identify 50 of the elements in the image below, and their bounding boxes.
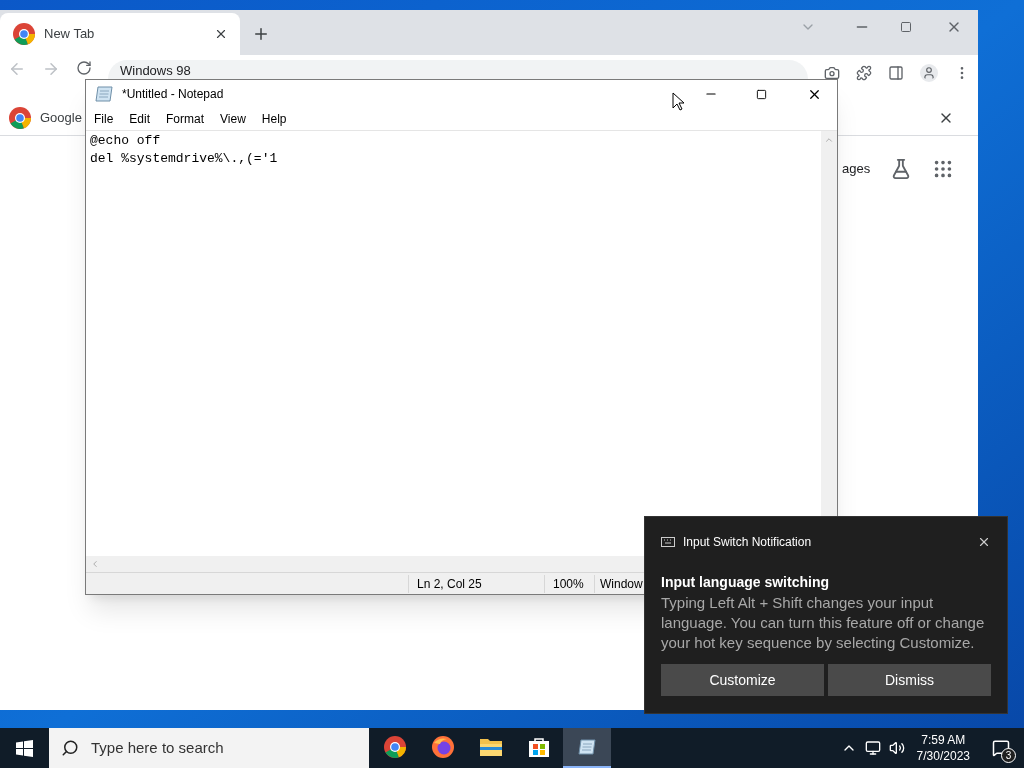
browser-tab[interactable]: New Tab bbox=[0, 13, 240, 55]
mouse-pointer-icon bbox=[672, 92, 684, 111]
maximize-icon[interactable] bbox=[756, 88, 767, 100]
network-icon[interactable] bbox=[864, 740, 881, 756]
chrome-icon bbox=[12, 22, 36, 46]
bookmark-link[interactable]: Google bbox=[40, 107, 82, 128]
notifications-icon bbox=[992, 739, 1010, 757]
extensions-icon[interactable] bbox=[856, 65, 872, 81]
folder-icon bbox=[479, 736, 503, 758]
side-panel-icon[interactable] bbox=[888, 65, 904, 81]
clock-time[interactable]: 7:59 AM bbox=[921, 732, 966, 748]
notification-body: Typing Left Alt + Shift changes your input language. You can turn this feature off or change your hot key sequence by selecting Customize. bbox=[661, 593, 986, 653]
camera-icon[interactable] bbox=[824, 65, 840, 81]
search-icon bbox=[61, 739, 79, 757]
menu-item[interactable]: View bbox=[220, 110, 246, 128]
address-bar[interactable]: Windows 98 bbox=[108, 60, 808, 79]
firefox-icon bbox=[431, 735, 455, 759]
window-title: *Untitled - Notepad bbox=[122, 86, 224, 103]
chrome-icon bbox=[383, 735, 407, 759]
text-line[interactable]: del %systemdrive%\.,(='1 bbox=[90, 150, 278, 168]
reload-icon[interactable] bbox=[76, 60, 92, 76]
chrome-icon bbox=[8, 105, 32, 130]
text-line[interactable]: @echo off bbox=[90, 132, 161, 150]
close-icon[interactable] bbox=[977, 535, 991, 549]
notification-count-badge: 3 bbox=[1001, 748, 1016, 763]
action-center-button[interactable]: 3 bbox=[986, 733, 1016, 763]
notification-title: Input language switching bbox=[661, 573, 830, 592]
volume-icon[interactable] bbox=[888, 740, 905, 756]
line-ending: Window bbox=[594, 574, 643, 593]
keyboard-icon bbox=[661, 537, 675, 547]
close-tab-icon[interactable] bbox=[214, 27, 228, 41]
notepad-icon bbox=[94, 85, 114, 103]
profile-icon[interactable] bbox=[920, 64, 938, 82]
menu-item[interactable]: Help bbox=[261, 110, 287, 128]
menu-item[interactable]: Edit bbox=[129, 110, 151, 128]
menu-item[interactable]: File bbox=[94, 110, 114, 128]
images-link[interactable]: ages bbox=[842, 159, 871, 179]
notification-button[interactable]: Dismiss bbox=[828, 664, 991, 696]
new-tab-icon[interactable] bbox=[252, 25, 270, 43]
start-icon[interactable] bbox=[16, 739, 33, 757]
search-field[interactable]: Type here to search bbox=[49, 728, 369, 768]
notepad-icon bbox=[577, 738, 597, 756]
zoom-level: 100% bbox=[544, 574, 594, 593]
cursor-position: Ln 2, Col 25 bbox=[408, 574, 544, 593]
taskbar-app[interactable] bbox=[563, 728, 611, 768]
notification-button[interactable]: Customize bbox=[661, 664, 824, 696]
menu-item[interactable]: Format bbox=[166, 110, 205, 128]
clock-date[interactable]: 7/30/2023 bbox=[916, 748, 970, 764]
store-icon bbox=[528, 736, 550, 758]
notification-app-name: Input Switch Notification bbox=[683, 534, 813, 551]
